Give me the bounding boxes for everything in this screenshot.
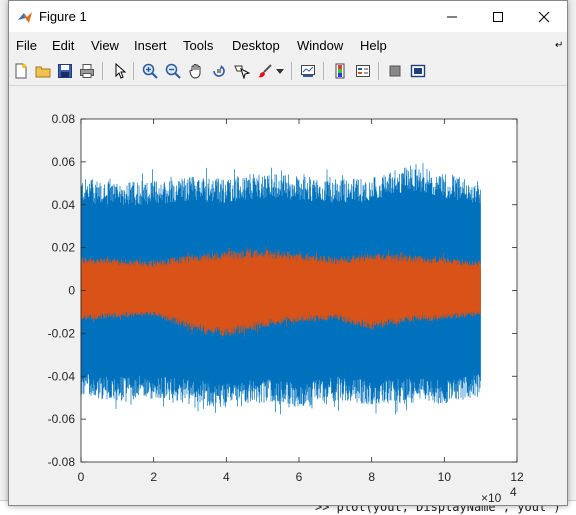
toolbar-separator — [323, 62, 324, 80]
x-tick-label: 4 — [223, 470, 230, 484]
print-button[interactable] — [77, 61, 97, 81]
title-bar[interactable]: Figure 1 — [9, 1, 567, 32]
save-button[interactable] — [55, 61, 75, 81]
hide-plot-tools-icon — [389, 65, 401, 77]
brush-dropdown-button[interactable] — [275, 61, 285, 81]
menu-help[interactable]: Help — [360, 38, 387, 53]
maximize-icon — [493, 11, 503, 22]
link-plot-button[interactable] — [298, 61, 318, 81]
minimize-icon — [447, 16, 457, 17]
save-icon — [58, 64, 72, 78]
x-exponent-power: 4 — [510, 485, 517, 499]
open-file-button[interactable] — [33, 61, 53, 81]
dock-arrow-icon[interactable]: ↵ — [555, 40, 563, 51]
y-tick-label: -0.02 — [48, 326, 76, 340]
data-cursor-icon — [234, 65, 250, 79]
brush-button[interactable] — [255, 61, 275, 81]
new-figure-icon — [15, 63, 27, 79]
print-icon — [80, 64, 94, 78]
rotate-3d-icon — [213, 65, 225, 77]
zoom-out-icon — [165, 63, 181, 79]
show-plot-tools-icon — [410, 64, 426, 78]
y-tick-label: -0.04 — [48, 369, 76, 383]
edit-plot-button[interactable] — [109, 61, 129, 81]
menu-file[interactable]: File — [16, 38, 37, 53]
toolbar-separator — [102, 62, 103, 80]
insert-colorbar-button[interactable] — [330, 61, 350, 81]
show-plot-tools-button[interactable] — [408, 61, 428, 81]
maximize-button[interactable] — [475, 1, 521, 32]
insert-colorbar-icon — [335, 63, 345, 79]
zoom-in-button[interactable] — [140, 61, 160, 81]
hide-plot-tools-button[interactable] — [385, 61, 405, 81]
rotate-3d-button[interactable] — [209, 61, 229, 81]
x-tick-label: 0 — [78, 470, 85, 484]
insert-legend-icon — [356, 65, 370, 77]
data-cursor-button[interactable] — [232, 61, 252, 81]
plot-axes[interactable]: 0 2 4 6 8 10 12 0.08 0.06 0.04 0.02 0 -0.02 -0.04 -0.0… — [9, 86, 567, 505]
y-tick-label: 0.08 — [52, 112, 76, 126]
figure-window: Figure 1 File Edit View Insert Tools Des… — [8, 0, 568, 506]
insert-legend-button[interactable] — [353, 61, 373, 81]
matlab-logo-icon — [18, 12, 32, 23]
toolbar-separator — [291, 62, 292, 80]
menu-insert[interactable]: Insert — [134, 38, 167, 53]
y-tick-label: 0.02 — [52, 241, 76, 255]
x-exponent-label: ×10 — [481, 491, 502, 505]
x-tick-label: 10 — [438, 470, 452, 484]
figure-toolbar — [9, 58, 567, 86]
toolbar-separator — [133, 62, 134, 80]
new-figure-button[interactable] — [11, 61, 31, 81]
menu-bar: File Edit View Insert Tools Desktop Wind… — [9, 32, 567, 57]
y-tick-label: -0.08 — [48, 455, 76, 469]
toolbar-separator — [378, 62, 379, 80]
menu-view[interactable]: View — [91, 38, 119, 53]
menu-tools[interactable]: Tools — [183, 38, 213, 53]
x-tick-label: 8 — [368, 470, 375, 484]
x-tick-label: 2 — [150, 470, 157, 484]
menu-window[interactable]: Window — [297, 38, 343, 53]
zoom-in-icon — [142, 63, 158, 79]
window-title: Figure 1 — [39, 9, 87, 24]
zoom-out-button[interactable] — [163, 61, 183, 81]
edit-plot-arrow-icon — [115, 63, 127, 79]
pan-button[interactable] — [186, 61, 206, 81]
x-tick-label: 12 — [510, 470, 524, 484]
y-tick-label: 0.04 — [52, 198, 76, 212]
menu-desktop[interactable]: Desktop — [232, 38, 280, 53]
link-plot-icon — [301, 65, 315, 77]
brush-icon — [258, 64, 272, 78]
y-tick-label: 0 — [68, 284, 75, 298]
open-file-icon — [35, 66, 51, 78]
minimize-button[interactable] — [429, 1, 475, 32]
close-icon — [538, 11, 550, 22]
pan-hand-icon — [189, 64, 201, 79]
y-tick-label: -0.06 — [48, 412, 76, 426]
x-tick-label: 6 — [296, 470, 303, 484]
menu-edit[interactable]: Edit — [52, 38, 74, 53]
brush-dropdown-icon — [276, 69, 284, 74]
y-tick-label: 0.06 — [52, 155, 76, 169]
close-button[interactable] — [521, 1, 567, 32]
